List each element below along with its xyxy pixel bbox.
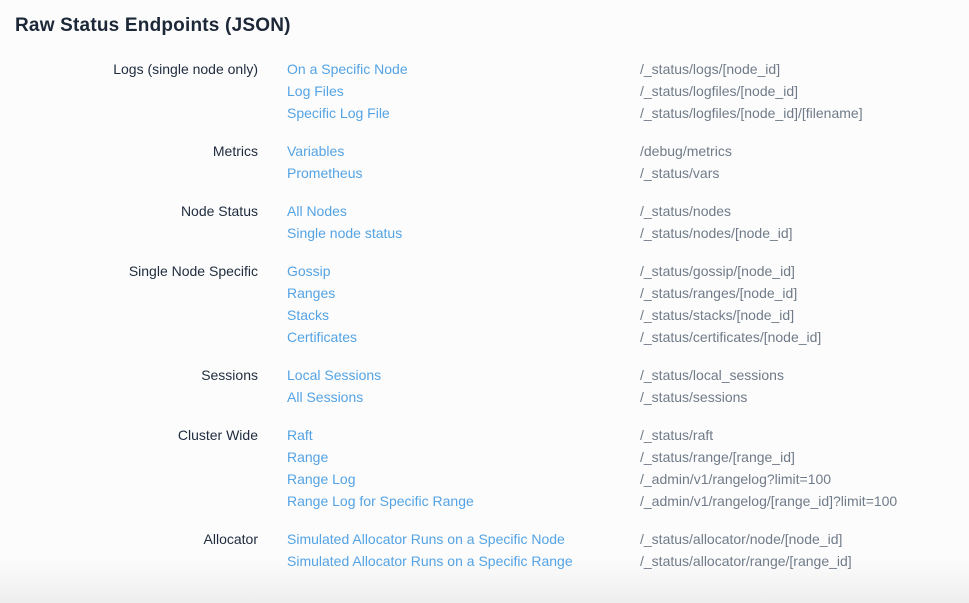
endpoint-group-metrics: Metrics Variables /debug/metrics Prometh… xyxy=(15,140,954,184)
endpoint-row: Stacks /_status/stacks/[node_id] xyxy=(258,304,821,326)
entry-list: Raft /_status/raft Range /_status/range/… xyxy=(258,424,897,512)
category-label: Cluster Wide xyxy=(15,424,258,446)
endpoint-link[interactable]: Local Sessions xyxy=(287,364,640,386)
endpoint-link[interactable]: Range xyxy=(287,446,640,468)
endpoint-link[interactable]: Range Log for Specific Range xyxy=(287,490,640,512)
endpoint-group-allocator: Allocator Simulated Allocator Runs on a … xyxy=(15,528,954,572)
entry-list: All Nodes /_status/nodes Single node sta… xyxy=(258,200,793,244)
endpoint-row: Simulated Allocator Runs on a Specific R… xyxy=(258,550,852,572)
endpoint-row: Log Files /_status/logfiles/[node_id] xyxy=(258,80,863,102)
endpoint-link[interactable]: Gossip xyxy=(287,260,640,282)
endpoint-row: All Nodes /_status/nodes xyxy=(258,200,793,222)
category-label: Sessions xyxy=(15,364,258,386)
endpoint-path: /_status/logfiles/[node_id] xyxy=(640,80,798,102)
endpoint-link[interactable]: Simulated Allocator Runs on a Specific R… xyxy=(287,550,640,572)
endpoint-row: Prometheus /_status/vars xyxy=(258,162,732,184)
category-label: Node Status xyxy=(15,200,258,222)
endpoint-row: Range Log /_admin/v1/rangelog?limit=100 xyxy=(258,468,897,490)
page-title: Raw Status Endpoints (JSON) xyxy=(15,14,954,37)
endpoint-path: /_status/raft xyxy=(640,424,713,446)
entry-list: Simulated Allocator Runs on a Specific N… xyxy=(258,528,852,572)
endpoint-row: Range /_status/range/[range_id] xyxy=(258,446,897,468)
endpoint-row: Local Sessions /_status/local_sessions xyxy=(258,364,784,386)
endpoint-path: /_status/logs/[node_id] xyxy=(640,58,780,80)
endpoint-row: Single node status /_status/nodes/[node_… xyxy=(258,222,793,244)
endpoint-row: Gossip /_status/gossip/[node_id] xyxy=(258,260,821,282)
endpoint-path: /_admin/v1/rangelog?limit=100 xyxy=(640,468,831,490)
endpoint-path: /_status/stacks/[node_id] xyxy=(640,304,794,326)
endpoint-row: Specific Log File /_status/logfiles/[nod… xyxy=(258,102,863,124)
raw-status-endpoints-page: Raw Status Endpoints (JSON) Logs (single… xyxy=(0,0,969,572)
endpoint-row: Range Log for Specific Range /_admin/v1/… xyxy=(258,490,897,512)
endpoint-row: Certificates /_status/certificates/[node… xyxy=(258,326,821,348)
endpoint-link[interactable]: All Nodes xyxy=(287,200,640,222)
endpoint-path: /debug/metrics xyxy=(640,140,732,162)
endpoint-path: /_status/range/[range_id] xyxy=(640,446,795,468)
endpoint-path: /_status/gossip/[node_id] xyxy=(640,260,795,282)
endpoint-group-sessions: Sessions Local Sessions /_status/local_s… xyxy=(15,364,954,408)
entry-list: On a Specific Node /_status/logs/[node_i… xyxy=(258,58,863,124)
endpoint-group-logs: Logs (single node only) On a Specific No… xyxy=(15,58,954,124)
entry-list: Local Sessions /_status/local_sessions A… xyxy=(258,364,784,408)
category-label: Allocator xyxy=(15,528,258,550)
endpoint-path: /_status/ranges/[node_id] xyxy=(640,282,797,304)
endpoint-link[interactable]: Stacks xyxy=(287,304,640,326)
endpoint-link[interactable]: Certificates xyxy=(287,326,640,348)
endpoint-path: /_admin/v1/rangelog/[range_id]?limit=100 xyxy=(640,490,897,512)
endpoint-row: On a Specific Node /_status/logs/[node_i… xyxy=(258,58,863,80)
endpoint-link[interactable]: Variables xyxy=(287,140,640,162)
endpoint-path: /_status/allocator/node/[node_id] xyxy=(640,528,842,550)
endpoint-path: /_status/logfiles/[node_id]/[filename] xyxy=(640,102,863,124)
endpoint-link[interactable]: All Sessions xyxy=(287,386,640,408)
endpoint-row: Raft /_status/raft xyxy=(258,424,897,446)
endpoint-path: /_status/vars xyxy=(640,162,719,184)
entry-list: Gossip /_status/gossip/[node_id] Ranges … xyxy=(258,260,821,348)
category-label: Single Node Specific xyxy=(15,260,258,282)
endpoint-path: /_status/certificates/[node_id] xyxy=(640,326,821,348)
endpoint-row: Variables /debug/metrics xyxy=(258,140,732,162)
endpoint-path: /_status/local_sessions xyxy=(640,364,784,386)
endpoint-group-single-node-specific: Single Node Specific Gossip /_status/gos… xyxy=(15,260,954,348)
endpoint-row: Ranges /_status/ranges/[node_id] xyxy=(258,282,821,304)
endpoint-link[interactable]: Log Files xyxy=(287,80,640,102)
endpoint-path: /_status/sessions xyxy=(640,386,747,408)
endpoint-link[interactable]: Range Log xyxy=(287,468,640,490)
endpoint-path: /_status/nodes xyxy=(640,200,731,222)
endpoint-link[interactable]: Specific Log File xyxy=(287,102,640,124)
endpoint-link[interactable]: Single node status xyxy=(287,222,640,244)
endpoint-row: All Sessions /_status/sessions xyxy=(258,386,784,408)
endpoint-group-node-status: Node Status All Nodes /_status/nodes Sin… xyxy=(15,200,954,244)
endpoint-link[interactable]: Raft xyxy=(287,424,640,446)
endpoint-link[interactable]: Ranges xyxy=(287,282,640,304)
endpoint-path: /_status/nodes/[node_id] xyxy=(640,222,793,244)
endpoint-link[interactable]: Simulated Allocator Runs on a Specific N… xyxy=(287,528,640,550)
entry-list: Variables /debug/metrics Prometheus /_st… xyxy=(258,140,732,184)
endpoint-row: Simulated Allocator Runs on a Specific N… xyxy=(258,528,852,550)
endpoint-link[interactable]: On a Specific Node xyxy=(287,58,640,80)
endpoint-path: /_status/allocator/range/[range_id] xyxy=(640,550,852,572)
endpoint-group-cluster-wide: Cluster Wide Raft /_status/raft Range /_… xyxy=(15,424,954,512)
endpoint-link[interactable]: Prometheus xyxy=(287,162,640,184)
category-label: Logs (single node only) xyxy=(15,58,258,80)
category-label: Metrics xyxy=(15,140,258,162)
